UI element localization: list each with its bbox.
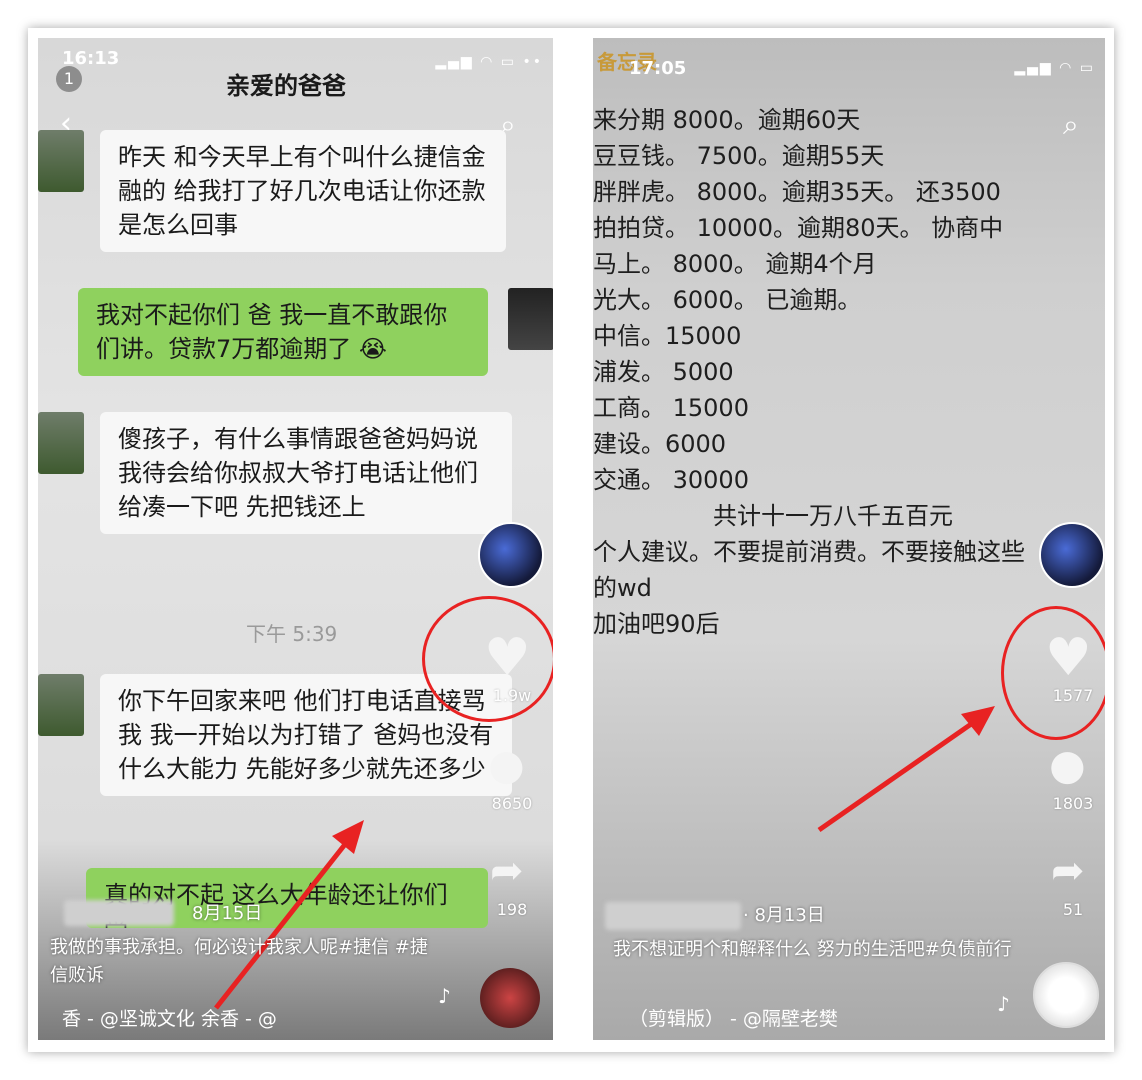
music-note-icon: ♪ (438, 984, 451, 1008)
music-title[interactable]: （剪辑版） - @隔壁老樊 (629, 1004, 838, 1031)
music-title[interactable]: 香 - @坚诚文化 余香 - @ (62, 1004, 277, 1031)
right-video-screenshot: 备忘录 17:05 ▂▄▆ ◠ ▭ ⌕ 来分期 8000。逾期60天 豆豆钱。 … (593, 38, 1105, 1040)
blurred-username (605, 902, 741, 930)
music-note-icon: ♪ (997, 992, 1010, 1016)
annotation-arrow (817, 706, 995, 833)
post-date: · 8月13日 (743, 905, 825, 926)
left-video-screenshot: 16:13 1 ▂▄▆ ◠ ▭ •• 亲爱的爸爸 ‹ ⌕ 昨天 和今天早上有个叫… (38, 38, 553, 1040)
video-caption: 我做的事我承担。何必设计我家人呢#捷信 #捷信败诉 (50, 937, 428, 986)
blurred-username (64, 900, 174, 926)
music-disc[interactable] (480, 968, 540, 1028)
post-date: 8月15日 (192, 903, 263, 924)
music-disc[interactable] (1033, 962, 1099, 1028)
annotation-arrow (214, 820, 364, 1010)
comparison-frame: 16:13 1 ▂▄▆ ◠ ▭ •• 亲爱的爸爸 ‹ ⌕ 昨天 和今天早上有个叫… (28, 28, 1114, 1052)
video-caption: 我不想证明个和解释什么 努力的生活吧#负债前行 (613, 939, 1012, 960)
